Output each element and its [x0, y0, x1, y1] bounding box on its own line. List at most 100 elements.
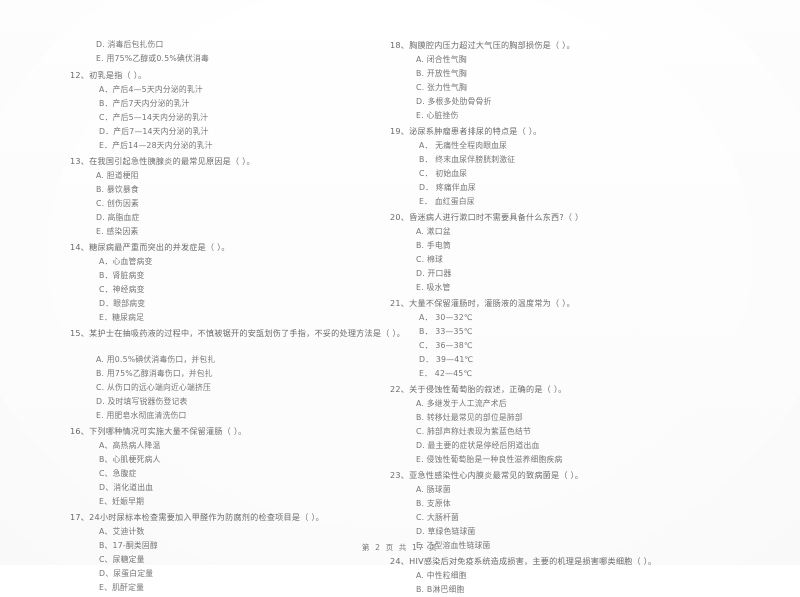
- option-d[interactable]: D. 多根多处肋骨骨折: [398, 95, 492, 109]
- option-e[interactable]: E. 侵蚀性葡萄胎是一种良性滋养细胞疾病: [398, 453, 562, 467]
- question-stem: 23、亚急性感染性心内膜炎最常见的致病菌是（ ）。: [390, 468, 583, 483]
- question-number: 16、: [70, 426, 90, 436]
- option-a[interactable]: A、高热病人降温: [78, 439, 161, 453]
- option-e[interactable]: E. 吸水管: [398, 281, 450, 295]
- option-a[interactable]: A. 漱口盆: [398, 225, 451, 239]
- question-number: 12、: [70, 70, 90, 80]
- option-b[interactable]: B. 转移灶最常见的部位是肺部: [398, 411, 523, 425]
- question-stem: 19、泌尿系肿瘤患者排尿的特点是（ ）。: [390, 124, 541, 139]
- option-b[interactable]: B． 33—35℃: [398, 325, 473, 339]
- question-text: 大量不保留灌肠时，灌肠液的温度常为（ ）。: [409, 298, 575, 308]
- question-text: 下列哪种情况可实施大量不保留灌肠（ ）。: [89, 426, 247, 436]
- option-a[interactable]: A. 闭合性气胸: [398, 53, 467, 67]
- option-e[interactable]: E．糖尿病足: [78, 311, 144, 325]
- option-c[interactable]: C、急腹症: [78, 467, 137, 481]
- option-d[interactable]: D． 39—41℃: [398, 353, 473, 367]
- option-e[interactable]: E. 用肥皂水彻底清洗伤口: [78, 409, 186, 423]
- option-c[interactable]: C. 棉球: [398, 253, 443, 267]
- option-d[interactable]: D. 草绿色链球菌: [398, 525, 476, 539]
- option-c[interactable]: C. 张力性气胸: [398, 81, 467, 95]
- option-e[interactable]: E． 42—45℃: [398, 367, 472, 381]
- option-c[interactable]: C. 大肠杆菌: [398, 511, 459, 525]
- question-number: 15、: [70, 328, 90, 338]
- two-column-body: D. 消毒后包扎伤口 E. 用75%乙醇或0.5%碘伏消毒 12、初乳是指（ ）…: [0, 0, 800, 594]
- question-stem: 14、糖尿病最严重而突出的并发症是（ ）。: [70, 240, 230, 255]
- option-b[interactable]: B. 手电筒: [398, 239, 451, 253]
- option-d[interactable]: D． 疼痛伴血尿: [398, 181, 476, 195]
- question-number: 21、: [390, 298, 410, 308]
- option-a[interactable]: A. 用0.5%碘伏消毒伤口，并包扎: [78, 353, 215, 367]
- question-stem: 16、下列哪种情况可实施大量不保留灌肠（ ）。: [70, 424, 246, 439]
- option-a[interactable]: A． 无痛性全程肉眼血尿: [398, 139, 507, 153]
- question-number: 19、: [390, 126, 410, 136]
- question-stem: 24、HIV感染后对免疫系统造成损害，主要的机理是损害哪类细胞（ ）。: [390, 554, 656, 569]
- question-number: 20、: [390, 212, 410, 222]
- question-number: 14、: [70, 242, 90, 252]
- option-e[interactable]: E、肌酐定量: [78, 581, 144, 595]
- option-a[interactable]: A. 中性粒细胞: [398, 569, 467, 583]
- question-number: 17、: [70, 512, 90, 522]
- option-a[interactable]: A．产后4—5天内分泌的乳汁: [78, 83, 203, 97]
- option-b[interactable]: B. 暴饮暴食: [78, 183, 139, 197]
- question-text: 泌尿系肿瘤患者排尿的特点是（ ）。: [409, 126, 542, 136]
- question-text: 糖尿病最严重而突出的并发症是（ ）。: [89, 242, 230, 252]
- question-text: 某护士在抽吸药液的过程中，不慎被锯开的安瓿划伤了手指，不妥的处理方法是（ ）。: [89, 328, 405, 338]
- option-a[interactable]: A、艾迪计数: [78, 525, 145, 539]
- question-stem: 13、在我国引起急性胰腺炎的最常见原因是（ ）。: [70, 154, 255, 169]
- question-stem: 20、昏迷病人进行漱口时不需要具备什么东西?（ ）: [390, 210, 583, 225]
- option-c[interactable]: C．神经病变: [78, 283, 145, 297]
- option-d[interactable]: D．产后7—14天内分泌的乳汁: [78, 125, 209, 139]
- option-b[interactable]: B、心肌梗死病人: [78, 453, 161, 467]
- page-footer: 第 2 页 共 17 页: [361, 543, 439, 552]
- option-c[interactable]: C. 肺部声称灶表现为紫蓝色结节: [398, 425, 531, 439]
- option-c[interactable]: C、尿糖定量: [78, 553, 145, 567]
- orphan-option: D. 消毒后包扎伤口: [96, 40, 164, 49]
- question-text: 亚急性感染性心内膜炎最常见的致病菌是（ ）。: [409, 470, 584, 480]
- question-text: 昏迷病人进行漱口时不需要具备什么东西?（ ）: [409, 212, 584, 222]
- question-stem: 22、关于侵蚀性葡萄胎的叙述，正确的是（ ）。: [390, 382, 566, 397]
- option-d[interactable]: D、尿蛋白定量: [78, 567, 153, 581]
- question-stem: 12、初乳是指（ ）。: [70, 68, 146, 83]
- option-e[interactable]: E. 感染因素: [78, 225, 138, 239]
- option-e[interactable]: E．产后14—28天内分泌的乳汁: [78, 139, 213, 153]
- option-a[interactable]: A．心血管病变: [78, 255, 153, 269]
- question-text: 初乳是指（ ）。: [89, 70, 147, 80]
- option-c[interactable]: C． 36—38℃: [398, 339, 473, 353]
- option-b[interactable]: B. 用75%乙醇消毒伤口，并包扎: [78, 367, 213, 381]
- question-text: 胸膜腔内压力超过大气压的胸部损伤是（ ）。: [409, 40, 575, 50]
- option-e[interactable]: E. 心脏挫伤: [398, 109, 458, 123]
- option-e[interactable]: E． 血红蛋白尿: [398, 195, 475, 209]
- option-e[interactable]: E、妊娠早期: [78, 495, 144, 509]
- option-d[interactable]: D. 及时填写锐器伤登记表: [78, 395, 188, 409]
- question-text: 关于侵蚀性葡萄胎的叙述，正确的是（ ）。: [409, 384, 567, 394]
- option-c[interactable]: C． 初始血尿: [398, 167, 467, 181]
- option-a[interactable]: A. 多继发于人工流产术后: [398, 397, 507, 411]
- option-a[interactable]: A. 肠球菌: [398, 483, 451, 497]
- option-d[interactable]: D. 最主要的症状是停经后阴道出血: [398, 439, 540, 453]
- option-b[interactable]: B．产后7天内分泌的乳汁: [78, 97, 190, 111]
- question-stem: 18、胸膜腔内压力超过大气压的胸部损伤是（ ）。: [390, 38, 575, 53]
- question-stem: 17、24小时尿标本检查需要加入甲醛作为防腐剂的检查项目是（ ）。: [70, 510, 324, 525]
- option-a[interactable]: A． 30—32℃: [398, 311, 473, 325]
- orphan-option: E. 用75%乙醇或0.5%碘伏消毒: [96, 54, 209, 63]
- option-d[interactable]: D、消化道出血: [78, 481, 153, 495]
- option-c[interactable]: C．产后5—14天内分泌的乳汁: [78, 111, 208, 125]
- option-b[interactable]: B． 终末血尿伴膀胱刺激征: [398, 153, 515, 167]
- option-d[interactable]: D. 开口器: [398, 267, 452, 281]
- option-c[interactable]: C. 从伤口的远心端向近心端挤压: [78, 381, 211, 395]
- question-number: 23、: [390, 470, 410, 480]
- option-d[interactable]: D．眼部病变: [78, 297, 145, 311]
- question-number: 22、: [390, 384, 410, 394]
- option-a[interactable]: A. 胆道梗阻: [78, 169, 139, 183]
- option-b[interactable]: B. B淋巴细胞: [398, 583, 464, 597]
- question-number: 18、: [390, 40, 410, 50]
- question-number: 13、: [70, 156, 90, 166]
- option-b[interactable]: B. 支原体: [398, 497, 451, 511]
- question-text: 24小时尿标本检查需要加入甲醛作为防腐剂的检查项目是（ ）。: [89, 512, 325, 522]
- question-stem: 21、大量不保留灌肠时，灌肠液的温度常为（ ）。: [390, 296, 575, 311]
- option-b[interactable]: B. 开放性气胸: [398, 67, 467, 81]
- document-page: D. 消毒后包扎伤口 E. 用75%乙醇或0.5%碘伏消毒 12、初乳是指（ ）…: [0, 0, 800, 594]
- option-d[interactable]: D. 高脂血症: [78, 211, 140, 225]
- option-b[interactable]: B．肾脏病变: [78, 269, 145, 283]
- option-c[interactable]: C. 创伤因素: [78, 197, 139, 211]
